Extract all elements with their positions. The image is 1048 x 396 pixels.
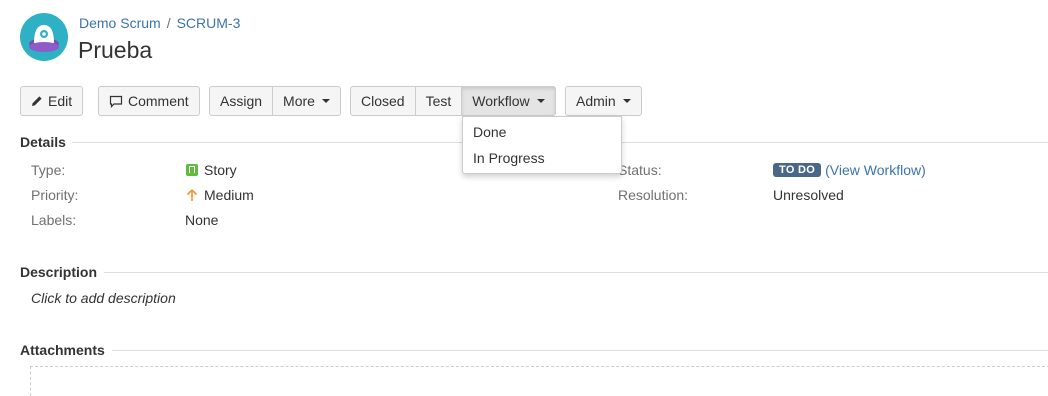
breadcrumb-project-link[interactable]: Demo Scrum (79, 15, 161, 31)
type-label: Type: (31, 162, 66, 178)
view-workflow-link[interactable]: (View Workflow) (825, 162, 926, 178)
description-heading[interactable]: Description (20, 264, 97, 280)
labels-value[interactable]: None (185, 212, 218, 228)
workflow-dropdown-menu: Done In Progress (462, 116, 622, 174)
more-label: More (283, 93, 315, 109)
story-icon (186, 164, 198, 176)
workflow-label: Workflow (472, 93, 530, 109)
workflow-menu-item-in-progress[interactable]: In Progress (463, 145, 621, 171)
priority-value: Medium (186, 187, 254, 203)
chevron-down-icon (622, 99, 631, 103)
description-divider (104, 272, 1048, 273)
admin-label: Admin (576, 93, 616, 109)
test-button[interactable]: Test (416, 87, 463, 115)
project-avatar[interactable] (20, 13, 68, 61)
admin-button[interactable]: Admin (566, 87, 641, 115)
admin-group: Admin (565, 86, 642, 116)
more-button[interactable]: More (273, 87, 340, 115)
attachments-heading[interactable]: Attachments (20, 342, 105, 358)
attachments-dropzone[interactable] (30, 366, 1048, 396)
assign-button[interactable]: Assign (210, 87, 274, 115)
details-heading[interactable]: Details (20, 134, 66, 150)
assign-more-group: Assign More (209, 86, 341, 116)
breadcrumb-issue-link[interactable]: SCRUM-3 (177, 15, 241, 31)
status-badge: TO DO (773, 163, 822, 177)
chevron-down-icon (321, 99, 330, 103)
edit-group: Edit (20, 86, 84, 116)
status-label: Status: (618, 162, 662, 178)
priority-label: Priority: (31, 187, 79, 203)
comment-icon (109, 95, 123, 108)
breadcrumb: Demo Scrum / SCRUM-3 (79, 15, 240, 31)
closed-button[interactable]: Closed (351, 87, 416, 115)
type-value-text: Story (204, 162, 237, 178)
resolution-value: Unresolved (773, 187, 844, 203)
status-value: TO DO (View Workflow) (773, 162, 926, 178)
workflow-button[interactable]: Workflow (462, 87, 555, 115)
attachments-divider (112, 350, 1048, 351)
comment-label: Comment (128, 93, 189, 109)
issue-title[interactable]: Prueba (78, 37, 152, 64)
type-value: Story (186, 162, 237, 178)
labels-label: Labels: (31, 212, 77, 228)
priority-value-text: Medium (204, 187, 254, 203)
arrow-up-icon (186, 188, 198, 201)
comment-group: Comment (98, 86, 200, 116)
edit-label: Edit (48, 93, 73, 109)
resolution-label: Resolution: (618, 187, 689, 203)
pencil-icon (32, 96, 42, 106)
comment-button[interactable]: Comment (99, 87, 199, 115)
description-placeholder[interactable]: Click to add description (31, 290, 176, 306)
breadcrumb-separator: / (166, 15, 171, 31)
transition-group: Closed Test Workflow (350, 86, 556, 116)
workflow-menu-item-done[interactable]: Done (463, 119, 621, 145)
edit-button[interactable]: Edit (21, 87, 82, 115)
chevron-down-icon (536, 99, 545, 103)
